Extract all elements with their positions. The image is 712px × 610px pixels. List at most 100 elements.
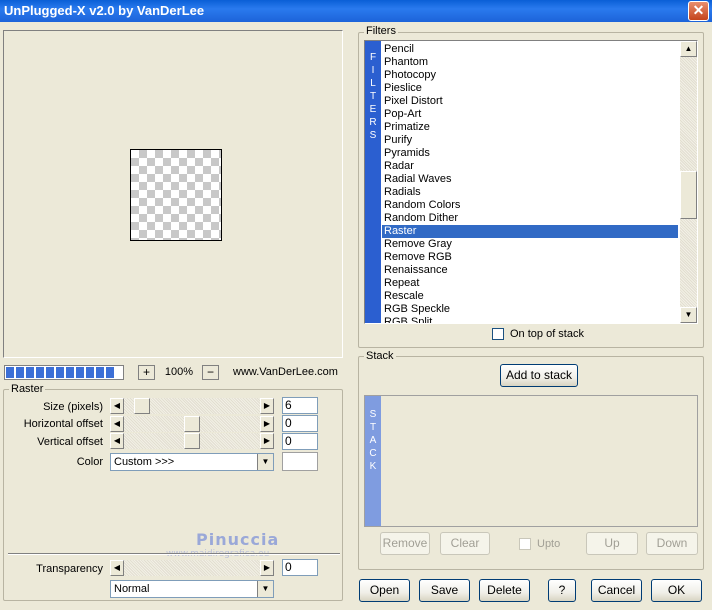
slider-thumb[interactable]: [184, 416, 200, 432]
filter-list-item[interactable]: Radar: [382, 160, 678, 173]
transparency-slider[interactable]: ◀ ▶: [110, 560, 274, 576]
filter-list-item[interactable]: Pencil: [382, 43, 678, 56]
filter-list-item[interactable]: Purify: [382, 134, 678, 147]
slider-thumb[interactable]: [184, 433, 200, 449]
slider-track[interactable]: [124, 560, 260, 576]
filter-list-item[interactable]: Random Dither: [382, 212, 678, 225]
filter-list-item[interactable]: Pieslice: [382, 82, 678, 95]
blend-mode-select[interactable]: Normal ▼: [110, 580, 274, 598]
filter-list-item[interactable]: Pop-Art: [382, 108, 678, 121]
filters-side-letter: T: [369, 91, 377, 102]
remove-button[interactable]: Remove: [380, 532, 430, 555]
horizontal-offset-input[interactable]: 0: [282, 415, 318, 432]
filter-list-item[interactable]: Rescale: [382, 290, 678, 303]
arrow-left-icon[interactable]: ◀: [110, 416, 124, 432]
progress-segment: [76, 367, 84, 378]
arrow-right-icon[interactable]: ▶: [260, 398, 274, 414]
filter-list-item[interactable]: Pyramids: [382, 147, 678, 160]
vertical-offset-input[interactable]: 0: [282, 433, 318, 450]
horizontal-offset-slider[interactable]: ◀ ▶: [110, 416, 274, 432]
website-link[interactable]: www.VanDerLee.com: [233, 366, 338, 378]
filters-side-letter: S: [369, 130, 377, 141]
filter-list-item[interactable]: RGB Speckle: [382, 303, 678, 316]
preview-panel: [3, 30, 343, 358]
color-select[interactable]: Custom >>> ▼: [110, 453, 274, 471]
cancel-button[interactable]: Cancel: [591, 579, 642, 602]
arrow-left-icon[interactable]: ◀: [110, 398, 124, 414]
stack-side-letter: A: [369, 435, 377, 446]
preview-thumbnail: [130, 149, 222, 241]
ok-button[interactable]: OK: [651, 579, 702, 602]
filters-side-letter: F: [369, 52, 377, 63]
arrow-right-icon[interactable]: ▶: [260, 433, 274, 449]
up-button[interactable]: Up: [586, 532, 638, 555]
stack-side-letter: S: [369, 409, 377, 420]
size-label: Size (pixels): [43, 401, 103, 413]
divider: [8, 553, 340, 555]
zoom-out-button[interactable]: −: [202, 365, 219, 380]
progress-segment: [46, 367, 54, 378]
filter-list-item[interactable]: Repeat: [382, 277, 678, 290]
blend-mode-value: Normal: [114, 583, 150, 595]
arrow-left-icon[interactable]: ◀: [110, 560, 124, 576]
filter-list-item[interactable]: Remove Gray: [382, 238, 678, 251]
stack-side-letter: T: [369, 422, 377, 433]
color-swatch[interactable]: [282, 452, 318, 471]
on-top-checkbox[interactable]: [492, 328, 504, 340]
arrow-down-icon[interactable]: ▼: [680, 307, 697, 323]
arrow-right-icon[interactable]: ▶: [260, 560, 274, 576]
filter-list-item[interactable]: Remove RGB: [382, 251, 678, 264]
filters-list[interactable]: FILTERS Pencil Phantom Photocopy Pieslice Pi…: [364, 40, 698, 324]
filter-list-item[interactable]: Radial Waves: [382, 173, 678, 186]
close-icon[interactable]: ✕: [688, 1, 709, 21]
add-to-stack-button[interactable]: Add to stack: [500, 364, 578, 387]
arrow-up-icon[interactable]: ▲: [680, 41, 697, 57]
size-slider[interactable]: ◀ ▶: [110, 398, 274, 414]
size-input[interactable]: 6: [282, 397, 318, 414]
zoom-in-button[interactable]: +: [138, 365, 155, 380]
progress-segment: [16, 367, 24, 378]
chevron-down-icon[interactable]: ▼: [257, 454, 273, 470]
color-select-value: Custom >>>: [114, 456, 175, 468]
filter-list-item[interactable]: Raster: [382, 225, 678, 238]
filters-group-label: Filters: [364, 25, 398, 37]
delete-button[interactable]: Delete: [479, 579, 530, 602]
window-title: UnPlugged-X v2.0 by VanDerLee: [4, 3, 205, 18]
stack-side-letter: K: [369, 461, 377, 472]
vertical-offset-slider[interactable]: ◀ ▶: [110, 433, 274, 449]
filters-side-letter: L: [370, 78, 376, 89]
filters-side-label: FILTERS: [365, 41, 381, 323]
filter-list-item[interactable]: Random Colors: [382, 199, 678, 212]
help-button[interactable]: ?: [548, 579, 576, 602]
filter-list-item[interactable]: RGB Split: [382, 316, 678, 323]
filter-list-item[interactable]: Phantom: [382, 56, 678, 69]
transparency-input[interactable]: 0: [282, 559, 318, 576]
filter-list-item[interactable]: Radials: [382, 186, 678, 199]
filters-side-letter: R: [369, 117, 377, 128]
raster-group-label: Raster: [9, 383, 46, 395]
clear-button[interactable]: Clear: [440, 532, 490, 555]
filters-scrollbar[interactable]: ▲ ▼: [680, 41, 697, 323]
scrollbar-thumb[interactable]: [680, 171, 697, 219]
arrow-left-icon[interactable]: ◀: [110, 433, 124, 449]
progress-segment: [106, 367, 114, 378]
filter-list-item[interactable]: Pixel Distort: [382, 95, 678, 108]
save-button[interactable]: Save: [419, 579, 470, 602]
open-button[interactable]: Open: [359, 579, 410, 602]
stack-list[interactable]: STACK: [364, 395, 698, 527]
slider-thumb[interactable]: [134, 398, 150, 414]
progress-segment: [26, 367, 34, 378]
filter-list-item[interactable]: Primatize: [382, 121, 678, 134]
arrow-right-icon[interactable]: ▶: [260, 416, 274, 432]
vertical-offset-label: Vertical offset: [37, 436, 103, 448]
down-button[interactable]: Down: [646, 532, 698, 555]
horizontal-offset-label: Horizontal offset: [23, 418, 103, 430]
upto-checkbox[interactable]: [519, 538, 531, 550]
filters-side-letter: I: [371, 65, 375, 76]
progress-segment: [66, 367, 74, 378]
chevron-down-icon[interactable]: ▼: [257, 581, 273, 597]
filter-list-item[interactable]: Photocopy: [382, 69, 678, 82]
filter-list-item[interactable]: Renaissance: [382, 264, 678, 277]
transparency-label: Transparency: [36, 563, 103, 575]
on-top-label: On top of stack: [510, 328, 584, 340]
